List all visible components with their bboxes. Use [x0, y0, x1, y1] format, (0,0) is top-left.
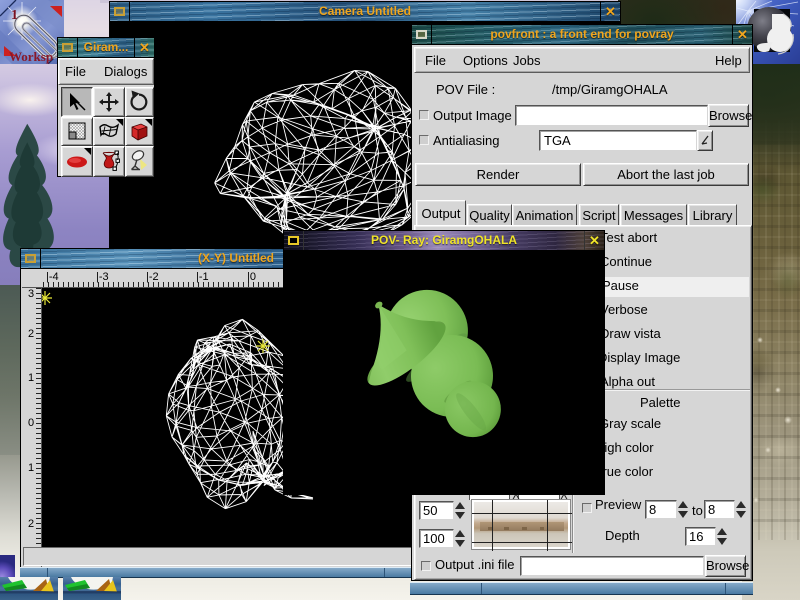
svg-text:Worksp: Worksp [9, 49, 53, 64]
svg-text:1: 1 [11, 8, 18, 23]
